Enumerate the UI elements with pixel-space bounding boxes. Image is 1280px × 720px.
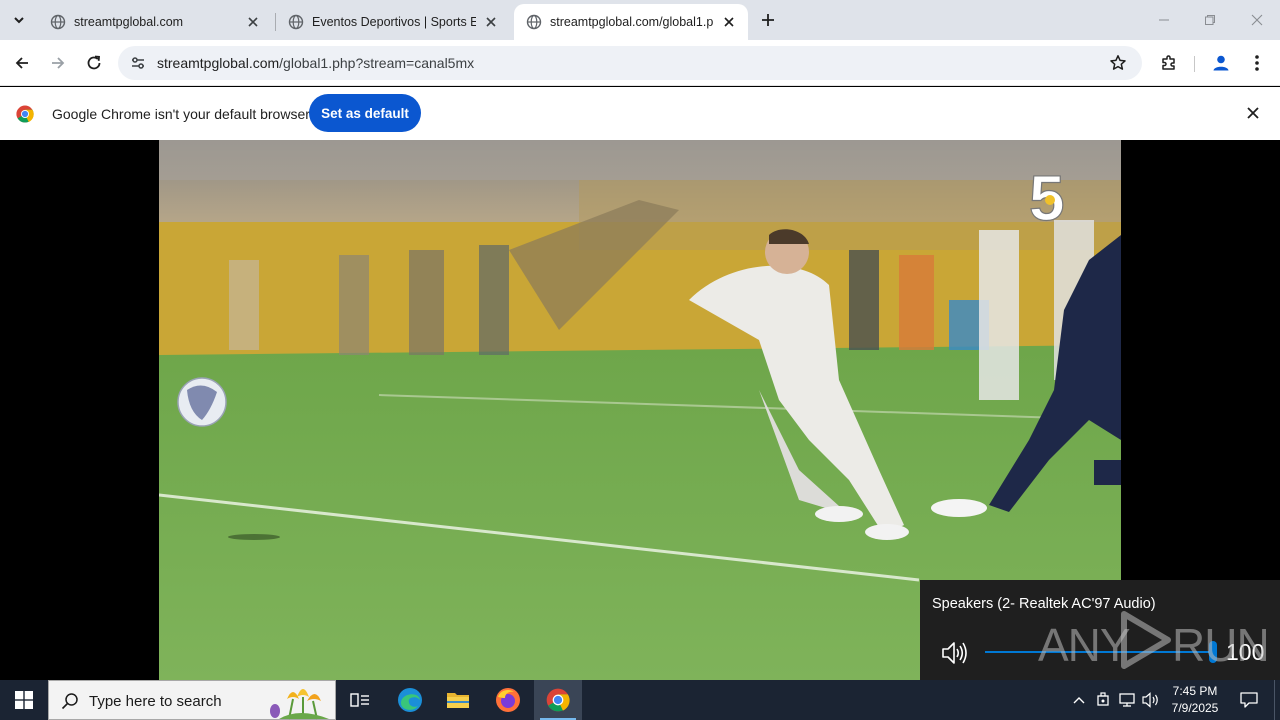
volume-level: 100 [1226, 639, 1265, 665]
tab-streamtpglobal[interactable]: streamtpglobal.com [38, 4, 272, 40]
back-button[interactable] [8, 49, 36, 77]
speaker-icon[interactable] [940, 640, 968, 666]
close-icon [1247, 107, 1259, 119]
taskbar-search-box[interactable]: Type here to search [48, 680, 336, 720]
close-tab-icon[interactable] [244, 13, 262, 31]
tray-device-button[interactable] [1092, 680, 1114, 720]
arrow-left-icon [15, 57, 28, 69]
usb-device-icon [1097, 692, 1109, 706]
url-text[interactable]: streamtpglobal.com/global1.php?stream=ca… [157, 55, 474, 71]
toolbar-divider [1194, 56, 1195, 72]
folder-icon [447, 693, 469, 708]
globe-icon [288, 14, 304, 30]
url-path: /global1.php?stream=canal5mx [279, 55, 475, 71]
forward-button[interactable] [44, 49, 72, 77]
infobar-message: Google Chrome isn't your default browser [52, 106, 310, 122]
chrome-icon [546, 688, 570, 712]
task-view-button[interactable] [336, 680, 384, 720]
firefox-taskbar-button[interactable] [484, 680, 532, 720]
volume-slider-thumb[interactable] [1209, 641, 1217, 663]
show-hidden-icons-button[interactable] [1068, 680, 1090, 720]
tune-icon [132, 57, 144, 69]
chevron-up-icon [1073, 697, 1085, 704]
taskbar-clock[interactable]: 7:45 PM 7/9/2025 [1163, 683, 1227, 717]
default-browser-infobar: Google Chrome isn't your default browser… [0, 87, 1280, 140]
search-icon [61, 693, 78, 710]
close-window-button[interactable] [1234, 0, 1280, 40]
close-tab-icon[interactable] [482, 13, 500, 31]
browser-toolbar: streamtpglobal.com/global1.php?stream=ca… [0, 40, 1280, 86]
arrow-right-icon [52, 57, 65, 69]
network-icon [1119, 693, 1135, 707]
network-button[interactable] [1116, 680, 1138, 720]
tab-title: streamtpglobal.com [74, 15, 184, 29]
edge-taskbar-button[interactable] [386, 680, 434, 720]
infobar-close-button[interactable] [1243, 103, 1263, 123]
close-icon [1251, 14, 1263, 26]
volume-slider-track[interactable] [985, 651, 1213, 653]
globe-icon [50, 14, 66, 30]
extensions-button[interactable] [1155, 49, 1183, 77]
tab-eventos-deportivos[interactable]: Eventos Deportivos | Sports Events [276, 4, 510, 40]
start-button[interactable] [0, 680, 48, 720]
tab-title: streamtpglobal.com/global1.php?stream=ca… [550, 15, 714, 29]
volume-flyout: Speakers (2- Realtek AC'97 Audio) 100 [920, 580, 1280, 680]
chrome-taskbar-button[interactable] [534, 680, 582, 720]
firefox-icon [496, 688, 520, 712]
task-view-icon [350, 693, 369, 707]
reload-button[interactable] [80, 49, 108, 77]
tab-global1-active[interactable]: streamtpglobal.com/global1.php?stream=ca… [514, 4, 748, 40]
restore-button[interactable] [1187, 0, 1233, 40]
notification-icon [1240, 692, 1258, 708]
profile-icon [1213, 55, 1229, 71]
tab-strip: streamtpglobal.com Eventos Deportivos | … [0, 0, 1280, 40]
volume-icon [1142, 692, 1158, 708]
new-tab-button[interactable] [756, 8, 780, 32]
plus-icon [762, 14, 774, 26]
tab-title: Eventos Deportivos | Sports Events [312, 15, 476, 29]
minimize-icon [1159, 19, 1169, 21]
more-vert-icon [1255, 55, 1259, 71]
volume-tray-button[interactable] [1140, 680, 1162, 720]
clock-time: 7:45 PM [1172, 684, 1218, 698]
tab-search-button[interactable] [6, 7, 32, 33]
reload-icon [87, 55, 101, 70]
file-explorer-taskbar-button[interactable] [434, 680, 482, 720]
windows-taskbar: Type here to search 7:45 PM 7/9/2025 [0, 680, 1280, 720]
site-info-button[interactable] [126, 51, 150, 75]
action-center-button[interactable] [1232, 680, 1266, 720]
restore-icon [1205, 15, 1215, 25]
menu-button[interactable] [1243, 49, 1271, 77]
show-desktop-button[interactable] [1274, 680, 1280, 720]
star-icon [1110, 55, 1126, 70]
set-as-default-button[interactable]: Set as default [309, 94, 421, 132]
puzzle-icon [1162, 55, 1175, 70]
globe-icon [526, 14, 542, 30]
clock-date: 7/9/2025 [1171, 701, 1219, 715]
profile-button[interactable] [1207, 49, 1235, 77]
minimize-button[interactable] [1141, 0, 1187, 40]
bookmark-button[interactable] [1108, 53, 1128, 73]
windows-logo-icon [15, 691, 33, 709]
audio-device-name[interactable]: Speakers (2- Realtek AC'97 Audio) [932, 596, 1156, 612]
address-bar[interactable]: streamtpglobal.com/global1.php?stream=ca… [118, 46, 1142, 80]
close-tab-icon[interactable] [720, 13, 738, 31]
chrome-logo-icon [16, 105, 34, 123]
edge-icon [398, 688, 422, 712]
search-placeholder: Type here to search [89, 693, 222, 710]
chevron-down-icon [14, 17, 24, 24]
url-host: streamtpglobal.com [157, 55, 280, 71]
search-highlight-art [270, 689, 329, 720]
